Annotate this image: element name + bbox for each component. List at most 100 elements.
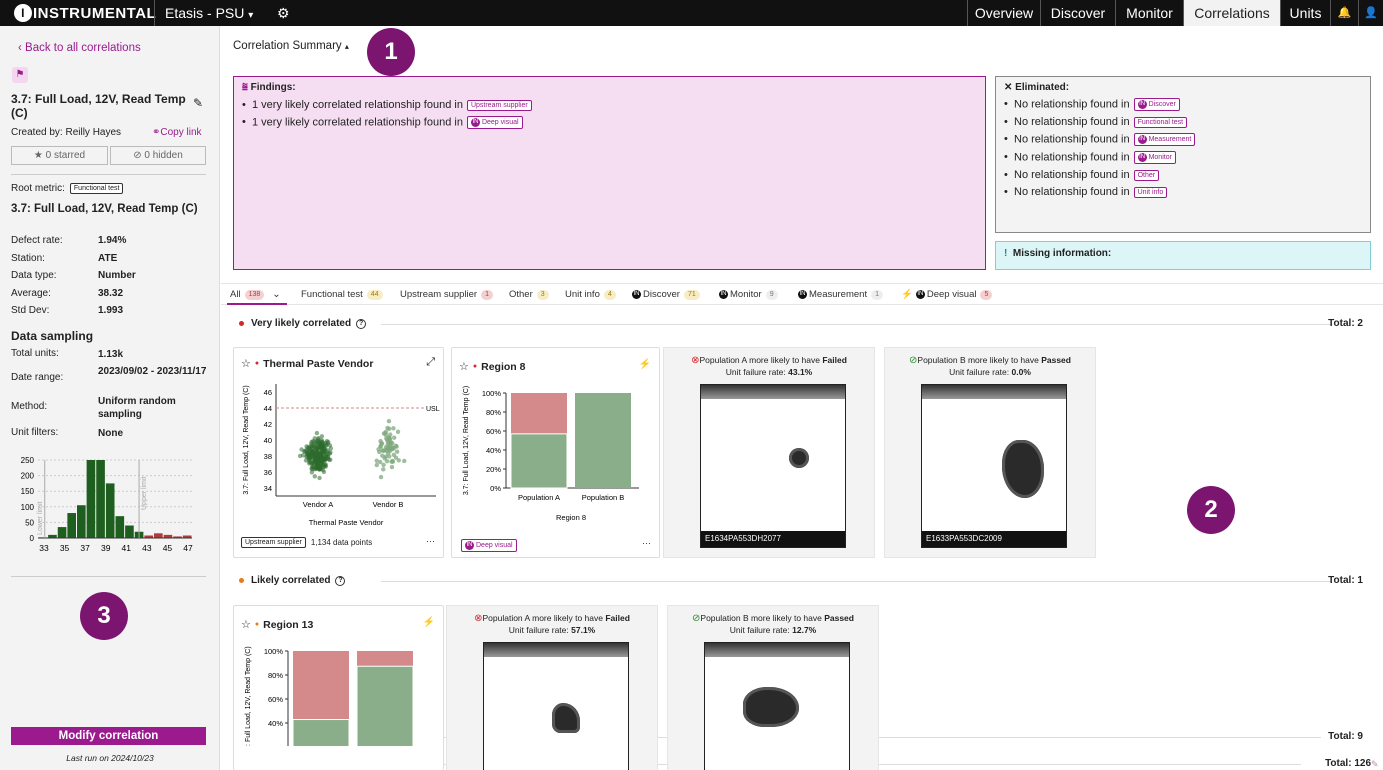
scatter-point xyxy=(385,425,390,431)
photo-edge xyxy=(484,643,628,657)
category-pill[interactable]: Unit info xyxy=(1133,186,1168,198)
section-title: Very likely correlated xyxy=(251,318,352,329)
bell-icon[interactable]: 🔔 xyxy=(1330,0,1358,26)
nav-discover[interactable]: Discover xyxy=(1040,0,1115,26)
root-metric-pill[interactable]: Functional test xyxy=(69,183,124,194)
tab-monitor[interactable]: IN Monitor 9 xyxy=(719,289,778,300)
hist-bar xyxy=(67,513,76,538)
section-header: Very likely correlated? xyxy=(239,318,367,329)
scatter-point xyxy=(385,451,391,456)
tab-upstream-supplier[interactable]: Upstream supplier 1 xyxy=(400,289,493,300)
bookmark-icon[interactable]: ⚑ xyxy=(12,67,28,83)
nav-correlations[interactable]: Correlations xyxy=(1183,0,1280,26)
hidden-button[interactable]: ⊘ 0 hidden xyxy=(110,146,206,165)
pill-label: Functional test xyxy=(1137,118,1184,126)
tab-other[interactable]: Other 3 xyxy=(509,289,549,300)
category-pill[interactable]: IN Monitor xyxy=(1133,151,1176,164)
scatter-point xyxy=(378,474,384,480)
project-selector[interactable]: Etasis - PSU ▾ xyxy=(165,5,253,21)
tab-label: Other xyxy=(509,289,533,300)
finding-item: No relationship found inINDiscover xyxy=(1004,98,1362,111)
nav-overview[interactable]: Overview xyxy=(967,0,1040,26)
correlation-summary-toggle[interactable]: Correlation Summary ▴ xyxy=(233,40,349,52)
findings-list: 1 very likely correlated relationship fo… xyxy=(242,99,977,129)
back-to-correlations-link[interactable]: ‹ Back to all correlations xyxy=(18,42,141,54)
example-image-card[interactable]: ⊗Population A more likely to have Failed… xyxy=(446,605,658,770)
user-icon[interactable]: 👤 xyxy=(1358,0,1383,26)
tab-functional-test[interactable]: Functional test 44 xyxy=(301,289,383,300)
gear-icon[interactable]: ⚙ xyxy=(277,5,290,22)
unit-photo[interactable]: E1633PA553DC2009 xyxy=(921,384,1067,548)
y-tick: 38 xyxy=(264,452,272,461)
instrumental-logo[interactable]: I INSTRUMENTAL xyxy=(14,4,156,22)
star-icon[interactable]: ☆ xyxy=(459,360,469,373)
wrench-icon[interactable]: ✎ xyxy=(1371,759,1379,770)
sampling-label: Date range: xyxy=(11,372,64,383)
scatter-point xyxy=(309,451,315,456)
tab-measurement[interactable]: IN Measurement 1 xyxy=(798,289,883,300)
more-icon[interactable]: ··· xyxy=(426,536,435,546)
example-image-card[interactable]: ⊗Population A more likely to have Failed… xyxy=(663,347,875,558)
more-icon[interactable]: ··· xyxy=(642,538,651,548)
help-icon[interactable]: ? xyxy=(356,318,367,329)
instrumental-icon: IN xyxy=(1137,100,1147,109)
copy-link-button[interactable]: ⚭Copy link xyxy=(152,127,202,138)
star-icon[interactable]: ☆ xyxy=(241,357,251,370)
category-pill[interactable]: Upstream supplier xyxy=(466,99,532,111)
tab-all[interactable]: All 138 ⌄ xyxy=(230,289,281,300)
defect-blob xyxy=(789,448,809,468)
pill-label: Measurement xyxy=(1148,136,1192,143)
lower-limit-label: Lower limit xyxy=(37,501,44,535)
category-pill[interactable]: Other xyxy=(1133,169,1160,181)
scatter-point xyxy=(320,446,325,452)
sampling-value: 2023/09/02 - 2023/11/17 xyxy=(98,366,207,377)
region-13-card[interactable]: ☆ ● Region 13 ⚡ 100% 80% 60% 40% 3.7: Full L… xyxy=(233,605,444,770)
hist-ytick: 50 xyxy=(25,518,34,527)
scatter-point xyxy=(317,475,322,481)
star-icon[interactable]: ☆ xyxy=(241,618,251,631)
y-tick: 100% xyxy=(264,647,284,656)
chevron-down-icon[interactable]: ⌄ xyxy=(272,289,280,300)
starred-button[interactable]: ★ 0 starred xyxy=(11,146,108,165)
region-8-card[interactable]: ☆ ● Region 8 ⚡ 100% 80% 60% 40% 20% 0% 3.7: Fu… xyxy=(451,347,660,558)
category-pill[interactable]: Functional test xyxy=(1133,116,1188,128)
scatter-point xyxy=(299,447,304,452)
hist-ytick: 250 xyxy=(21,456,35,465)
finding-text: 1 very likely correlated relationship fo… xyxy=(252,116,463,129)
upstream-supplier-pill[interactable]: Upstream supplier xyxy=(241,537,306,548)
category-pill[interactable]: IN Discover xyxy=(1133,98,1180,111)
help-icon[interactable]: ? xyxy=(335,575,346,586)
instrumental-icon: IN xyxy=(465,541,474,550)
status-dot: ● xyxy=(254,360,260,367)
tab-unit-info[interactable]: Unit info 4 xyxy=(565,289,616,300)
edit-icon[interactable]: ✎ xyxy=(193,96,203,110)
unit-photo[interactable] xyxy=(704,642,850,770)
scatter-point xyxy=(317,457,322,463)
unit-photo[interactable] xyxy=(483,642,629,770)
category-pill[interactable]: IN Deep visual xyxy=(466,116,523,129)
category-pill[interactable]: IN Measurement xyxy=(1133,133,1196,146)
findings-title: Findings: xyxy=(250,82,296,93)
scatter-point xyxy=(402,458,407,464)
stat-value: 38.32 xyxy=(98,287,124,299)
divider xyxy=(381,324,1331,325)
unit-photo[interactable]: E1634PA553DH2077 xyxy=(700,384,846,548)
example-image-card[interactable]: ⊘Population B more likely to have Passed… xyxy=(667,605,879,770)
nav-monitor[interactable]: Monitor xyxy=(1115,0,1183,26)
hist-xtick: 47 xyxy=(183,543,193,553)
scatter-point xyxy=(374,462,379,468)
missing-info-title: Missing information: xyxy=(1012,248,1112,259)
deep-visual-pill[interactable]: IN Deep visual xyxy=(461,539,517,552)
tab-deep-visual[interactable]: ⚡ IN Deep visual 5 xyxy=(901,289,993,300)
finding-item: No relationship found in Functional test xyxy=(1004,116,1362,128)
expand-icon[interactable]: ⤢ xyxy=(426,356,435,369)
example-image-card[interactable]: ⊘Population B more likely to have Passed… xyxy=(884,347,1096,558)
nav-units[interactable]: Units xyxy=(1280,0,1330,26)
finding-text: No relationship found in xyxy=(1014,151,1130,164)
thermal-paste-vendor-card[interactable]: ☆ ● Thermal Paste Vendor ⤢ 46 44 42 40 38 36 3… xyxy=(233,347,444,558)
finding-text: No relationship found in xyxy=(1014,186,1130,198)
hist-bar xyxy=(115,516,125,538)
modify-correlation-button[interactable]: Modify correlation xyxy=(11,727,206,745)
card-title: Thermal Paste Vendor xyxy=(263,357,374,370)
tab-discover[interactable]: IN Discover 71 xyxy=(632,289,700,300)
